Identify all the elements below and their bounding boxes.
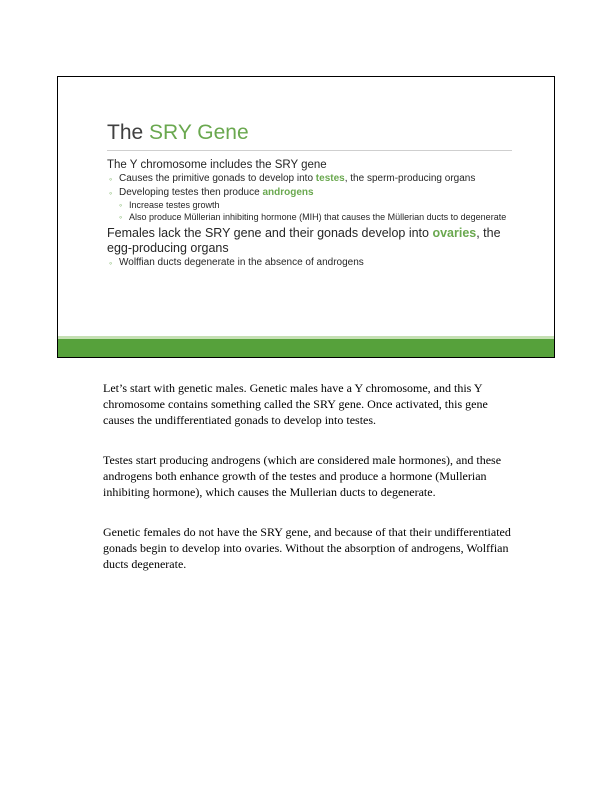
bullet-text: Causes the primitive gonads to develop i…: [119, 173, 316, 184]
notes-paragraph: Testes start producing androgens (which …: [103, 453, 502, 499]
slide-title-prefix: The: [107, 121, 150, 144]
slide-bullet-level-2: Causes the primitive gonads to develop i…: [107, 173, 527, 186]
slide-bullet-level-1: The Y chromosome includes the SRY gene: [107, 158, 527, 172]
slide-bullet-level-3: Also produce Müllerian inhibiting hormon…: [107, 212, 527, 223]
slide-title-accent: SRY Gene: [149, 121, 249, 144]
slide-bullet-level-3: Increase testes growth: [107, 200, 527, 211]
slide-panel: The SRY Gene The Y chromosome includes t…: [57, 76, 555, 358]
bullet-text: Females lack the SRY gene and their gona…: [107, 226, 433, 240]
title-divider: [107, 150, 512, 151]
highlighted-term: androgens: [262, 186, 314, 198]
slide-title: The SRY Gene: [107, 121, 249, 145]
notes-paragraph: Let’s start with genetic males. Genetic …: [103, 381, 488, 427]
slide-bullet-level-2: Developing testes then produce androgens: [107, 187, 527, 200]
bullet-text: The Y chromosome includes the SRY gene: [107, 159, 327, 171]
highlighted-term: ovaries: [432, 226, 477, 240]
slide-body: The Y chromosome includes the SRY gene Ca…: [107, 156, 527, 270]
bullet-text: Wolffian ducts degenerate in the absence…: [119, 257, 364, 268]
notes-paragraph: Genetic females do not have the SRY gene…: [103, 525, 511, 571]
bullet-text: Developing testes then produce: [119, 186, 263, 198]
slide-bullet-level-2: Wolffian ducts degenerate in the absence…: [107, 257, 527, 270]
bullet-text: , the sperm-producing organs: [344, 173, 476, 184]
speaker-notes: Let’s start with genetic males. Genetic …: [103, 380, 513, 596]
slide-bullet-level-1: Females lack the SRY gene and their gona…: [107, 226, 527, 256]
footer-bar: [58, 339, 554, 357]
bullet-text: Also produce Müllerian inhibiting hormon…: [129, 212, 507, 222]
highlighted-term: testes: [315, 173, 345, 184]
bullet-text: Increase testes growth: [129, 200, 220, 210]
